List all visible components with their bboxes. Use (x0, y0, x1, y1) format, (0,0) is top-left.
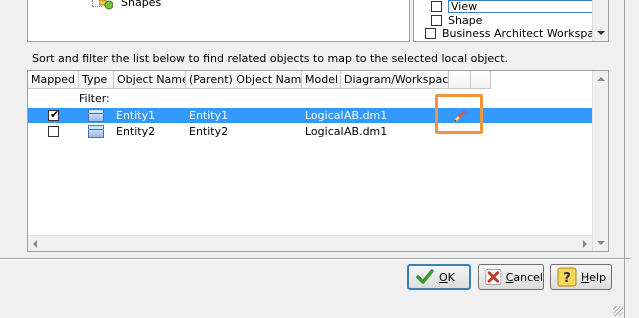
checklist-item-shape[interactable]: Shape (431, 14, 482, 27)
parent-name-cell: Entity1 (189, 109, 229, 122)
column-header-object-name[interactable]: Object Name (114, 71, 186, 89)
divider (0, 258, 630, 260)
checkbox[interactable] (425, 28, 436, 39)
parent-name-cell: Entity2 (189, 125, 229, 138)
ok-button[interactable]: OK (407, 264, 471, 290)
check-icon: ✔ (50, 108, 60, 121)
resize-grip[interactable] (613, 306, 623, 316)
checklist-item-label: View (448, 0, 593, 13)
checkbox[interactable] (431, 1, 442, 12)
column-header-model[interactable]: Model (302, 71, 341, 89)
column-header-extra[interactable] (471, 71, 491, 89)
scroll-up-icon[interactable] (597, 77, 605, 81)
object-type-checklist[interactable]: View Shape Business Architect Workspace (413, 0, 609, 42)
entity-icon (88, 109, 104, 122)
help-button-label: Help (581, 270, 607, 284)
column-header-type[interactable]: Type (79, 71, 114, 89)
mapped-checkbox[interactable]: ✔ (48, 108, 60, 121)
highlight-annotation (435, 94, 483, 134)
scroll-down-icon[interactable] (597, 31, 605, 35)
entity-icon (88, 125, 104, 138)
column-header-mapped[interactable]: Mapped (28, 71, 79, 89)
object-name-cell: Entity1 (116, 109, 156, 122)
cancel-x-icon (485, 269, 502, 285)
checklist-item-label: Shape (448, 14, 483, 27)
table-row[interactable]: Entity2 Entity2 Logical AB.dm1 (28, 124, 594, 139)
scroll-right-icon[interactable] (583, 240, 587, 248)
left-panel (0, 0, 27, 262)
column-header-parent-object-name[interactable]: (Parent) Object Name (186, 71, 302, 89)
mapped-checkbox[interactable] (48, 126, 59, 137)
instruction-text: Sort and filter the list below to find r… (32, 52, 509, 65)
svg-text:?: ? (563, 271, 571, 286)
object-name-cell: Entity2 (116, 125, 156, 138)
table-row[interactable]: ✔ Entity1 Entity1 Logical AB.dm1 (28, 108, 594, 123)
checklist-item-business-architect-workspace[interactable]: Business Architect Workspace (425, 27, 607, 40)
shapes-icon (99, 0, 113, 10)
cancel-button[interactable]: Cancel (478, 264, 544, 290)
grid-vertical-scrollbar[interactable] (592, 71, 608, 251)
object-tree[interactable]: Shapes (27, 0, 410, 42)
help-button[interactable]: ? Help (550, 264, 612, 290)
checkmark-icon (416, 269, 434, 284)
checklist-item-view[interactable]: View (431, 0, 593, 13)
related-objects-grid[interactable]: Mapped Type Object Name (Parent) Object … (27, 70, 609, 252)
column-header-diagram-workspace[interactable]: Diagram/Workspace (341, 71, 449, 89)
checkbox[interactable] (431, 15, 442, 26)
model-cell: Logical (305, 125, 344, 138)
column-header-extra[interactable] (449, 71, 471, 89)
cancel-button-label: Cancel (505, 270, 543, 284)
tree-node-label[interactable]: Shapes (121, 0, 161, 9)
model-cell: Logical (305, 109, 344, 122)
window-edge (624, 0, 625, 318)
ok-button-label: OK (439, 270, 455, 284)
help-question-icon: ? (557, 267, 577, 287)
scroll-left-icon[interactable] (33, 240, 37, 248)
grid-horizontal-scrollbar[interactable] (28, 235, 592, 251)
checklist-item-label: Business Architect Workspace (442, 27, 607, 40)
filter-label: Filter: (79, 92, 110, 105)
scroll-down-icon[interactable] (597, 241, 605, 245)
checklist-scrollbar[interactable] (592, 0, 608, 41)
diagram-cell: AB.dm1 (344, 125, 388, 138)
diagram-cell: AB.dm1 (344, 109, 388, 122)
